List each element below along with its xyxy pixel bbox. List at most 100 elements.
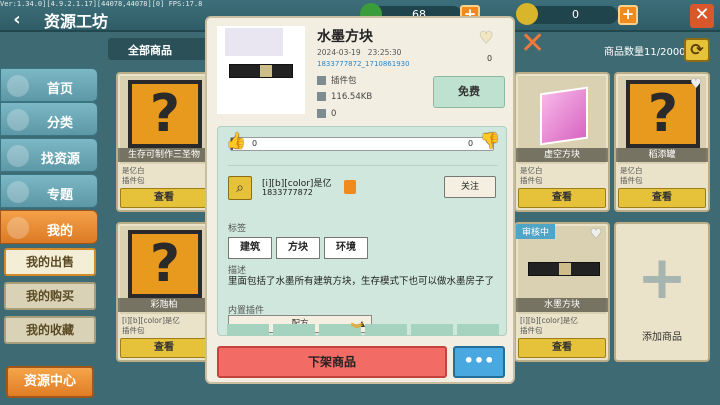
unlist-product-button[interactable]: 下架商品	[217, 346, 447, 378]
refresh-icon[interactable]: ⟳	[684, 38, 710, 62]
product-name: 彩虺柏	[118, 298, 210, 312]
add-product-card[interactable]: + 添加商品	[614, 222, 710, 362]
coin-icon	[516, 3, 538, 25]
sidebar-item-label: 找资源	[41, 152, 81, 167]
sidebar-item-mine[interactable]: 我的	[0, 210, 98, 244]
product-type: 插件包	[122, 326, 145, 335]
plus-icon: +	[636, 243, 688, 313]
tag-item[interactable]: 环境	[324, 237, 368, 259]
author-id: 1833777872	[262, 188, 313, 197]
sidebar-item-home[interactable]: 首页	[0, 68, 98, 102]
product-date: 2024-03-19 23:25:30	[317, 48, 401, 57]
view-button[interactable]: 查看	[518, 338, 606, 358]
topic-icon	[7, 181, 29, 203]
tag-item[interactable]: 方块	[276, 237, 320, 259]
search-icon	[7, 145, 29, 167]
product-name: 虚空方块	[516, 148, 608, 162]
time-value: 23:25:30	[367, 48, 402, 57]
thumbs-up-icon[interactable]: 👍	[226, 131, 246, 151]
product-card[interactable]: ? ♥ 稻添罐 是亿白 插件包 查看	[614, 72, 710, 212]
product-thumbnail	[217, 26, 305, 114]
question-block-icon: ?	[128, 80, 202, 148]
expand-chevron-icon[interactable]: ︾	[351, 320, 363, 337]
product-card[interactable]: 审核中 ♥ 水墨方块 [i][b][color]是亿 插件包 查看	[514, 222, 610, 362]
plugin-icon	[317, 76, 326, 85]
back-arrow-icon[interactable]: ‹	[6, 10, 28, 30]
sub-item-my-sales[interactable]: 我的出售	[4, 248, 96, 276]
product-title: 水墨方块	[317, 29, 373, 45]
sidebar-item-label: 专题	[47, 188, 74, 203]
search-icon[interactable]: ⌕	[228, 176, 252, 200]
favorite-heart-icon[interactable]: ♥	[479, 28, 493, 47]
favorite-count: 0	[487, 54, 493, 63]
ink-block-image	[229, 64, 293, 78]
product-author: 是亿白	[620, 166, 643, 175]
product-card[interactable]: ? 彩虺柏 [i][b][color]是亿 插件包 查看	[116, 222, 212, 362]
page-title: 资源工坊	[44, 12, 109, 31]
tags-label: 标签	[228, 224, 247, 234]
author-section: ⌕ [i][b][color]是亿 1833777872 关注	[228, 165, 498, 213]
more-options-button[interactable]: •••	[453, 346, 505, 378]
view-button[interactable]: 查看	[120, 188, 208, 208]
product-info: 是亿白 插件包	[520, 166, 543, 186]
product-card[interactable]: ? 生存可制作三圣物 是亿白 插件包 查看	[116, 72, 212, 212]
product-author: [i][b][color]是亿	[122, 316, 180, 325]
product-type: 插件包	[520, 176, 543, 185]
review-status-badge: 审核中	[516, 224, 556, 239]
price-button[interactable]: 免费	[433, 76, 505, 108]
sidebar-item-find[interactable]: 找资源	[0, 138, 98, 172]
view-button[interactable]: 查看	[518, 188, 606, 208]
dislike-count: 0	[468, 139, 474, 148]
date-value: 2024-03-19	[317, 48, 361, 57]
product-info: [i][b][color]是亿 插件包	[520, 316, 578, 336]
rating-bar	[230, 137, 494, 151]
view-button[interactable]: 查看	[618, 188, 706, 208]
item-count: 商品数量11/2000	[604, 47, 686, 58]
sub-item-my-favorites[interactable]: 我的收藏	[4, 316, 96, 344]
sub-item-my-purchases[interactable]: 我的购买	[4, 282, 96, 310]
product-info: 是亿白 插件包	[620, 166, 643, 186]
product-author: [i][b][color]是亿	[520, 316, 578, 325]
product-card[interactable]: 虚空方块 是亿白 插件包 查看	[514, 72, 610, 212]
product-name: 水墨方块	[516, 298, 608, 312]
user-icon	[7, 217, 29, 239]
product-type: 插件包	[620, 176, 643, 185]
product-id: 1833777872_1710861930	[317, 60, 410, 68]
add-coins-button[interactable]: +	[618, 5, 638, 25]
sidebar-item-label: 首页	[47, 82, 74, 97]
close-dialog-icon[interactable]: ✕	[520, 26, 545, 61]
home-icon	[7, 75, 29, 97]
description-text: 里面包括了水墨所有建筑方块，生存模式下也可以做水墨房子了	[228, 276, 495, 287]
sidebar-item-category[interactable]: 分类	[0, 102, 98, 136]
thumbnail-overlay	[225, 28, 283, 56]
detail-body: 👍 👎 0 0 ⌕ [i][b][color]是亿 1833777872 关注 …	[217, 126, 507, 336]
heart-icon[interactable]: ♥	[688, 78, 704, 92]
resource-center-button[interactable]: 资源中心	[6, 366, 94, 398]
product-author: 是亿白	[520, 166, 543, 175]
question-block-icon: ?	[128, 230, 202, 298]
void-cube-image	[540, 86, 588, 146]
like-count: 0	[252, 139, 258, 148]
product-download-row: 0	[317, 109, 336, 119]
product-size: 116.54KB	[331, 92, 373, 102]
coins-value: 0	[572, 8, 579, 21]
sidebar-item-topic[interactable]: 专题	[0, 174, 98, 208]
thumbs-down-icon[interactable]: 👎	[480, 131, 500, 151]
product-type: 插件包	[331, 76, 357, 86]
heart-icon[interactable]: ♥	[588, 228, 604, 242]
follow-button[interactable]: 关注	[444, 176, 496, 198]
category-icon	[7, 109, 29, 131]
download-count: 0	[331, 109, 337, 119]
tag-item[interactable]: 建筑	[228, 237, 272, 259]
download-icon	[317, 109, 326, 118]
product-size-row: 116.54KB	[317, 92, 372, 102]
view-button[interactable]: 查看	[120, 338, 208, 358]
product-author: 是亿白	[122, 166, 145, 175]
close-icon[interactable]: ✕	[690, 4, 714, 28]
product-detail-dialog: 水墨方块 2024-03-19 23:25:30 1833777872_1710…	[205, 16, 515, 384]
folder-icon	[317, 92, 326, 101]
product-type: 插件包	[122, 176, 145, 185]
copy-icon[interactable]	[344, 180, 356, 194]
category-filter[interactable]: 全部商品	[108, 38, 218, 60]
ink-block-image	[528, 262, 600, 276]
